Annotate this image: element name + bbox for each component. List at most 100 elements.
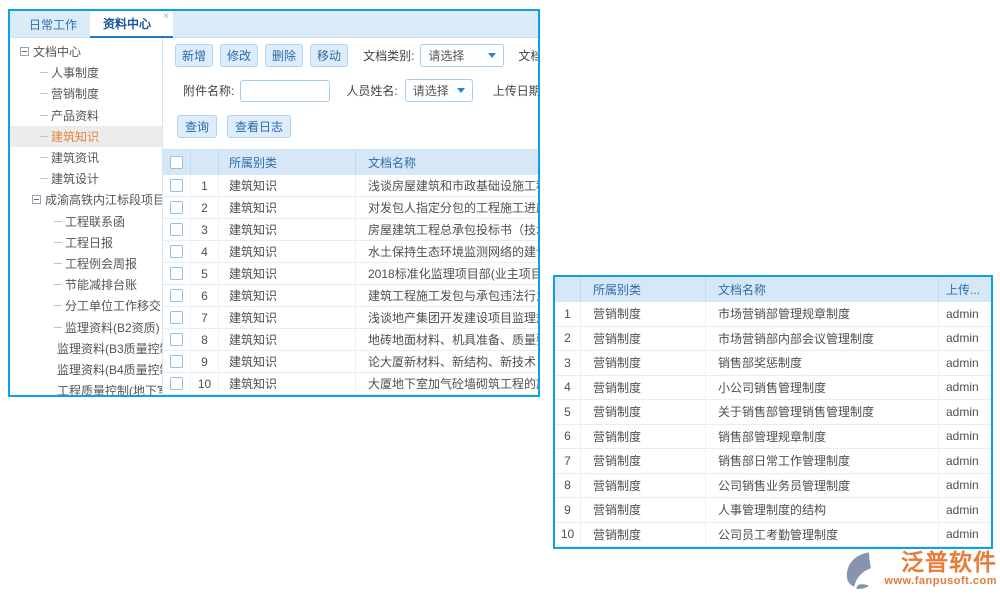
row-checkbox[interactable] <box>170 223 183 236</box>
row-uploader: admin <box>939 376 991 400</box>
row-doc-name: 销售部日常工作管理制度 <box>706 449 939 473</box>
table-row[interactable]: 3 营销制度 销售部奖惩制度 admin <box>555 351 991 376</box>
row-number: 4 <box>191 241 219 262</box>
table-row[interactable]: 6 营销制度 销售部管理规章制度 admin <box>555 425 991 450</box>
row-number: 10 <box>555 523 581 547</box>
row-checkbox[interactable] <box>170 267 183 280</box>
toolbar-button[interactable]: 新增 <box>175 44 213 67</box>
table-row[interactable]: 10 建筑知识 大厦地下室加气砼墙砌筑工程的施工方... <box>163 373 538 395</box>
tree-connector <box>54 284 62 285</box>
view-log-button[interactable]: 查看日志 <box>227 115 291 138</box>
checkbox-cell <box>163 307 191 328</box>
tree-item[interactable]: 工程例会周报 <box>10 253 162 274</box>
tree-item-label: 建筑资讯 <box>51 149 99 166</box>
table-row[interactable]: 1 营销制度 市场营销部管理规章制度 admin <box>555 302 991 327</box>
tree-item[interactable]: 监理资料(B3质量控制) <box>10 338 162 359</box>
tree-item[interactable]: 建筑知识 <box>10 126 162 147</box>
tree-item[interactable]: 工程日报 <box>10 232 162 253</box>
tab-data-center[interactable]: 资料中心 × <box>90 11 173 38</box>
tree-item[interactable]: 成渝高铁内江标段项目 <box>10 189 162 210</box>
row-checkbox[interactable] <box>170 311 183 324</box>
documents-table: 所属别类 文档名称 1 建筑知识 浅谈房屋建筑和市政基础设施工程施工... <box>163 149 538 395</box>
row-checkbox[interactable] <box>170 201 183 214</box>
row-checkbox[interactable] <box>170 179 183 192</box>
collapse-icon[interactable] <box>20 47 29 56</box>
table-row[interactable]: 1 建筑知识 浅谈房屋建筑和市政基础设施工程施工... <box>163 175 538 197</box>
tree-item[interactable]: 工程联系函 <box>10 211 162 232</box>
doc-category-value: 请选择 <box>428 47 464 64</box>
tree-item[interactable]: 建筑设计 <box>10 168 162 189</box>
toolbar-button[interactable]: 移动 <box>310 44 348 67</box>
tree-item[interactable]: 节能减排台账 <box>10 274 162 295</box>
doc-category-select[interactable]: 请选择 <box>420 44 504 67</box>
tree-item[interactable]: 监理资料(B4质量控制) <box>10 359 162 380</box>
tree-item[interactable]: 分工单位工作移交 <box>10 295 162 316</box>
tree-item-label: 人事制度 <box>51 64 99 81</box>
row-number: 8 <box>191 329 219 350</box>
tree-item-label: 工程联系函 <box>65 213 125 230</box>
table-row[interactable]: 3 建筑知识 房屋建筑工程总承包投标书（技术标）... <box>163 219 538 241</box>
row-number: 7 <box>191 307 219 328</box>
row-uploader: admin <box>939 449 991 473</box>
toolbar-button[interactable]: 删除 <box>265 44 303 67</box>
row-category: 营销制度 <box>581 425 706 449</box>
row-category: 营销制度 <box>581 376 706 400</box>
table-row[interactable]: 8 建筑知识 地砖地面材料、机具准备、质量要求及... <box>163 329 538 351</box>
table-row[interactable]: 5 营销制度 关于销售部管理销售管理制度 admin <box>555 400 991 425</box>
row-checkbox[interactable] <box>170 333 183 346</box>
category-tree: 文档中心 人事制度 营销制度 产品资料 <box>10 38 163 395</box>
query-button[interactable]: 查询 <box>177 115 217 138</box>
tree-item[interactable]: 人事制度 <box>10 62 162 83</box>
tree-item-label: 节能减排台账 <box>65 276 137 293</box>
table-row[interactable]: 2 营销制度 市场营销部内部会议管理制度 admin <box>555 327 991 352</box>
table-row[interactable]: 2 建筑知识 对发包人指定分包的工程施工进度安排... <box>163 197 538 219</box>
close-icon[interactable]: × <box>163 12 169 22</box>
row-doc-name: 房屋建筑工程总承包投标书（技术标）... <box>356 219 538 240</box>
window-body: 文档中心 人事制度 营销制度 产品资料 <box>10 38 538 395</box>
tree-item[interactable]: 监理资料(B2资质) <box>10 316 162 337</box>
row-checkbox[interactable] <box>170 245 183 258</box>
table-row[interactable]: 7 建筑知识 浅谈地产集团开发建设项目监理规划编... <box>163 307 538 329</box>
tab-strip: 日常工作 资料中心 × <box>10 11 538 38</box>
row-checkbox[interactable] <box>170 355 183 368</box>
table-row[interactable]: 8 营销制度 公司销售业务员管理制度 admin <box>555 474 991 499</box>
row-uploader: admin <box>939 474 991 498</box>
tab-daily-work[interactable]: 日常工作 <box>16 11 90 37</box>
row-number: 3 <box>555 351 581 375</box>
tree-item[interactable]: 文档中心 <box>10 41 162 62</box>
row-doc-name: 销售部奖惩制度 <box>706 351 939 375</box>
row-doc-name: 2018标准化监理项目部(业主项目部)人员... <box>356 263 538 284</box>
table-row[interactable]: 4 建筑知识 水土保持生态环境监测网络的建设与资... <box>163 241 538 263</box>
table-row[interactable]: 7 营销制度 销售部日常工作管理制度 admin <box>555 449 991 474</box>
row-checkbox[interactable] <box>170 377 183 390</box>
toolbar-button[interactable]: 修改 <box>220 44 258 67</box>
row-doc-name: 公司员工考勤管理制度 <box>706 523 939 547</box>
row-uploader: admin <box>939 498 991 522</box>
row-doc-name: 公司销售业务员管理制度 <box>706 474 939 498</box>
table-row[interactable]: 4 营销制度 小公司销售管理制度 admin <box>555 376 991 401</box>
tree-item[interactable]: 工程质量控制(地下室) <box>10 380 162 395</box>
table-row[interactable]: 9 营销制度 人事管理制度的结构 admin <box>555 498 991 523</box>
row-number: 5 <box>191 263 219 284</box>
row-doc-name: 市场营销部管理规章制度 <box>706 302 939 326</box>
checkbox-cell <box>163 241 191 262</box>
row-uploader: admin <box>939 523 991 547</box>
collapse-icon[interactable] <box>32 195 41 204</box>
table-row[interactable]: 10 营销制度 公司员工考勤管理制度 admin <box>555 523 991 548</box>
row-doc-name: 地砖地面材料、机具准备、质量要求及... <box>356 329 538 350</box>
select-all-checkbox[interactable] <box>170 156 183 169</box>
toolbar-row: 新增修改删除移动 文档类别: 请选择 文档 <box>163 44 538 67</box>
row-doc-name: 销售部管理规章制度 <box>706 425 939 449</box>
tree-item[interactable]: 产品资料 <box>10 105 162 126</box>
row-doc-name: 论大厦新材料、新结构、新技术，新工... <box>356 351 538 372</box>
table-row[interactable]: 9 建筑知识 论大厦新材料、新结构、新技术，新工... <box>163 351 538 373</box>
table-row[interactable]: 6 建筑知识 建筑工程施工发包与承包违法行为认定... <box>163 285 538 307</box>
row-checkbox[interactable] <box>170 289 183 302</box>
tree-item[interactable]: 营销制度 <box>10 83 162 104</box>
person-name-select[interactable]: 请选择 <box>405 79 473 102</box>
attachment-name-input[interactable] <box>240 80 330 102</box>
tree-item[interactable]: 建筑资讯 <box>10 147 162 168</box>
chevron-down-icon <box>457 88 465 93</box>
row-number: 4 <box>555 376 581 400</box>
table-row[interactable]: 5 建筑知识 2018标准化监理项目部(业主项目部)人员... <box>163 263 538 285</box>
